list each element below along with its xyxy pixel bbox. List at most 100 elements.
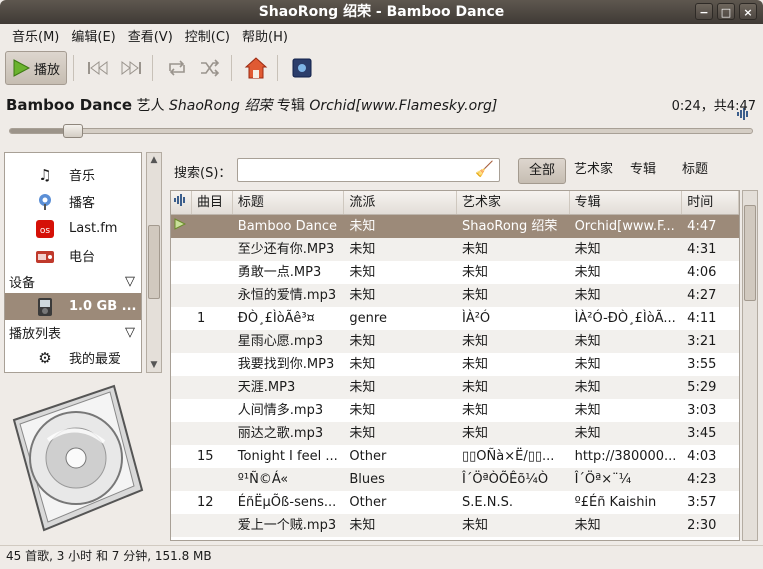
album-prefix: 专辑: [276, 98, 305, 114]
row-status-cell: [171, 261, 192, 284]
table-row[interactable]: 丽达之歌.mp3 未知 未知 未知 3:45: [171, 422, 739, 445]
table-row[interactable]: 人间情多.mp3 未知 未知 未知 3:03: [171, 399, 739, 422]
close-button[interactable]: ×: [739, 3, 757, 20]
toolbar-separator: [73, 55, 74, 81]
album-cover-icon: [12, 384, 144, 532]
clear-brush-icon[interactable]: 🧹: [475, 160, 494, 178]
cell-track-number: [192, 261, 233, 284]
play-icon: [13, 59, 31, 77]
table-row[interactable]: 爱上一个贼.mp3 未知 未知 未知 2:30: [171, 514, 739, 537]
sidebar-item-music[interactable]: ♫ 音乐: [5, 161, 141, 188]
table-row[interactable]: 15 Tonight I feel ... Other ▯▯OÑà×Ë/▯▯... ht…: [171, 445, 739, 468]
table-row[interactable]: 永恒的爱情.mp3 未知 未知 未知 4:27: [171, 284, 739, 307]
cell-artist: ShaoRong 绍荣: [461, 219, 558, 234]
scroll-up-icon[interactable]: ▲: [147, 155, 161, 165]
column-title[interactable]: 标题: [233, 191, 345, 214]
minimize-button[interactable]: −: [695, 3, 713, 20]
now-playing-column-icon[interactable]: [171, 191, 192, 214]
menu-music[interactable]: 音乐(M): [6, 26, 65, 45]
playlists-header[interactable]: 播放列表 ▽: [5, 320, 141, 344]
shuffle-icon: [201, 59, 220, 77]
table-row[interactable]: 至少还有你.MP3 未知 未知 未知 4:31: [171, 238, 739, 261]
table-row[interactable]: 12 ÉñËµÕß-sens... Other S.E.N.S. º£Éñ Kaishi…: [171, 491, 739, 514]
sidebar-item-podcast[interactable]: 播客: [5, 188, 141, 215]
track-rows: Bamboo Dance 未知 ShaoRong 绍荣 Orchid[www.F...…: [171, 215, 739, 537]
media-player-icon: [35, 297, 55, 317]
seek-handle[interactable]: [63, 124, 84, 138]
filter-album-button[interactable]: 专辑: [620, 158, 666, 184]
repeat-button[interactable]: [162, 53, 192, 83]
table-row[interactable]: 勇敢一点.MP3 未知 未知 未知 4:06: [171, 261, 739, 284]
shuffle-button[interactable]: [195, 53, 225, 83]
cell-time: 3:21: [687, 334, 717, 349]
cell-genre: Other: [349, 495, 387, 510]
sidebar-scrollbar[interactable]: ▲ ▼: [146, 152, 162, 373]
devices-header[interactable]: 设备 ▽: [5, 269, 141, 293]
search-label: 搜索(S)：: [174, 166, 232, 181]
column-genre[interactable]: 流派: [344, 191, 457, 214]
cell-track-number: [192, 399, 233, 422]
maximize-button[interactable]: □: [717, 3, 735, 20]
column-artist[interactable]: 艺术家: [457, 191, 570, 214]
status-bar: 45 首歌, 3 小时 和 7 分钟, 151.8 MB: [0, 545, 763, 569]
visualizer-icon: [292, 58, 312, 78]
table-row[interactable]: Bamboo Dance 未知 ShaoRong 绍荣 Orchid[www.F...…: [171, 215, 739, 238]
cell-artist: 未知: [461, 518, 488, 533]
track-list-scrollbar[interactable]: [742, 190, 758, 541]
cell-artist: 未知: [461, 380, 488, 395]
cell-time: 5:29: [687, 380, 717, 395]
menu-help[interactable]: 帮助(H): [236, 26, 294, 45]
cell-artist: 未知: [461, 403, 488, 418]
table-row[interactable]: 我要找到你.MP3 未知 未知 未知 3:55: [171, 353, 739, 376]
column-album[interactable]: 专辑: [570, 191, 683, 214]
now-playing: Bamboo Dance 艺人 ShaoRong 绍荣 专辑 Orchid[ww…: [6, 95, 756, 117]
track-list-scroll-thumb[interactable]: [744, 205, 756, 301]
table-row[interactable]: 天涯.MP3 未知 未知 未知 5:29: [171, 376, 739, 399]
cell-album: 未知: [574, 357, 601, 372]
cell-track-number: [192, 514, 233, 537]
cell-time: 4:03: [687, 449, 717, 464]
menu-view[interactable]: 查看(V): [122, 26, 179, 45]
search-input[interactable]: 🧹: [237, 158, 500, 182]
cell-artist: 未知: [461, 242, 488, 257]
filter-artist-button[interactable]: 艺术家: [564, 158, 623, 184]
next-button[interactable]: [116, 53, 146, 83]
cell-artist: 未知: [461, 265, 488, 280]
filter-all-button[interactable]: 全部: [518, 158, 567, 184]
sidebar-item-label: 播客: [69, 196, 96, 211]
toolbar: 播放: [0, 47, 763, 120]
sidebar-item-label: 我的最爱: [69, 352, 122, 367]
cell-title: 天涯.MP3: [237, 380, 296, 395]
table-row[interactable]: 1 ÐÒ¸£ÌòÃê³¤ genre ÌÀ²Ó ÌÀ²Ó-ÐÒ¸£ÌòÃ... 4:11: [171, 307, 739, 330]
sidebar-item-lastfm[interactable]: os Last.fm: [5, 215, 141, 242]
cell-album: http://380000...: [574, 449, 677, 464]
sidebar-item-favorites[interactable]: ⚙ 我的最爱: [5, 344, 141, 371]
menu-control[interactable]: 控制(C): [179, 26, 236, 45]
column-time[interactable]: 时间: [682, 191, 739, 214]
table-row[interactable]: º¹Ñ©Á« Blues Î´ÖªÒÕÊõ¼Ò Î´Öª×¨¼ 4:23: [171, 468, 739, 491]
now-playing-title: Bamboo Dance: [6, 96, 133, 114]
cell-genre: 未知: [349, 219, 376, 234]
sidebar-item-device[interactable]: 1.0 GB ...: [5, 293, 141, 320]
row-status-cell: [171, 284, 192, 307]
sidebar-item-label: 音乐: [69, 169, 96, 184]
filter-title-button[interactable]: 标题: [672, 158, 718, 184]
menu-edit[interactable]: 编辑(E): [65, 26, 121, 45]
column-track-number[interactable]: 曲目: [192, 191, 233, 214]
music-note-icon: ♫: [38, 165, 52, 184]
home-button[interactable]: [241, 53, 271, 83]
play-button[interactable]: 播放: [5, 51, 67, 85]
row-status-cell: [171, 238, 192, 261]
devices-header-label: 设备: [9, 275, 36, 291]
toolbar-separator: [152, 55, 153, 81]
scroll-down-icon[interactable]: ▼: [147, 360, 161, 370]
sidebar-item-radio[interactable]: 电台: [5, 242, 141, 269]
sidebar-scroll-thumb[interactable]: [148, 225, 160, 299]
table-row[interactable]: 星雨心愿.mp3 未知 未知 未知 3:21: [171, 330, 739, 353]
previous-button[interactable]: [83, 53, 113, 83]
seek-bar[interactable]: [9, 124, 753, 138]
visualizer-button[interactable]: [287, 53, 317, 83]
cell-title: 勇敢一点.MP3: [237, 265, 322, 280]
cell-title: Bamboo Dance: [237, 219, 337, 234]
cell-title: º¹Ñ©Á«: [237, 472, 289, 487]
